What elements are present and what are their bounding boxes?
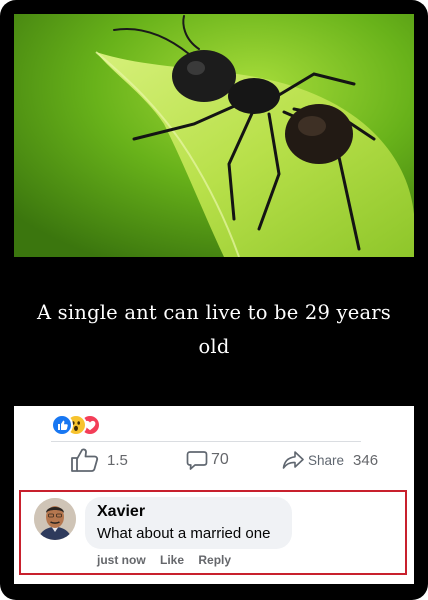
comment-bubble-icon [186,451,208,470]
post-caption: A single ant can live to be 29 years old [36,301,391,358]
comment-time[interactable]: just now [97,553,146,567]
comment-meta: just now Like Reply [97,553,242,567]
like-button[interactable]: 1.5 [70,446,128,474]
share-count: 346 [353,451,379,469]
action-bar: 1.5 70 Share 346 [14,446,414,474]
avatar[interactable] [34,498,76,540]
reaction-divider [51,441,361,442]
comment-button[interactable]: 70 [186,446,229,474]
share-arrow-icon [282,451,304,469]
highlighted-comment: Xavier What about a married one just now… [19,490,407,575]
like-count: 1.5 [107,451,128,469]
comment-author[interactable]: Xavier [97,503,145,521]
comment-text: What about a married one [97,525,271,542]
comment-like-link[interactable]: Like [160,553,184,567]
ant-photo [14,14,414,257]
share-label: Share [308,452,345,468]
like-icon [51,414,73,436]
share-button[interactable]: Share 346 [282,446,378,474]
comment-reply-link[interactable]: Reply [198,553,231,567]
facebook-panel: 1.5 70 Share 346 Xavier What about a mar… [14,406,414,584]
comment-count: 70 [211,451,229,468]
meme-card: A single ant can live to be 29 years old [0,0,428,600]
thumbs-up-icon [71,448,99,472]
comment-bubble: Xavier What about a married one [85,497,292,549]
